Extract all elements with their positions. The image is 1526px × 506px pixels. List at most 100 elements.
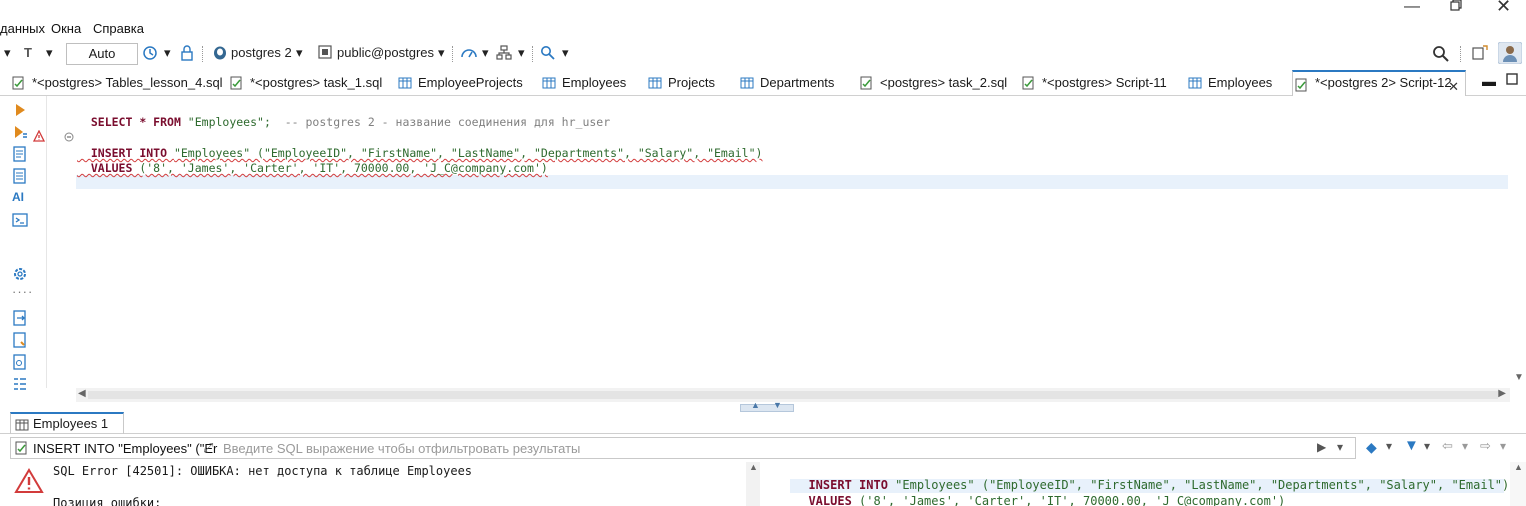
fold-collapse-icon[interactable]	[64, 132, 74, 142]
chevron-down-icon[interactable]: ▾	[518, 45, 525, 61]
scroll-up-icon[interactable]: ▲	[1514, 462, 1523, 472]
chevron-down-icon[interactable]: ▾	[164, 45, 171, 61]
tab-departments[interactable]: Departments	[738, 70, 848, 96]
collapse-up-icon[interactable]: ▲	[751, 400, 760, 410]
outline-icon[interactable]	[12, 376, 28, 392]
maximize-panel-icon[interactable]	[1506, 73, 1518, 88]
tab-employees[interactable]: Employees	[540, 70, 636, 96]
minimize-panel-icon[interactable]: ▬	[1482, 73, 1496, 89]
chevron-down-icon[interactable]: ▾	[296, 45, 303, 61]
close-window-icon[interactable]: ✕	[1496, 0, 1511, 17]
main-toolbar: ▾ T ▾ Auto ▾ postgres 2 ▾ public@postgre…	[0, 40, 1526, 68]
tab-employees-2[interactable]: Employees	[1186, 70, 1282, 96]
text-format-icon[interactable]: T	[24, 45, 32, 60]
table-icon	[648, 77, 662, 89]
transaction-mode-field[interactable]: Auto	[66, 43, 138, 65]
chevron-down-icon[interactable]: ▾	[4, 45, 11, 61]
editor-vertical-scrollbar[interactable]: ▼	[1510, 96, 1526, 402]
tab-label: *<postgres> Script-11	[1042, 75, 1167, 90]
dashboard-icon[interactable]	[460, 45, 478, 64]
ai-assistant-icon[interactable]: AI	[12, 190, 28, 206]
code-keyword: VALUES	[90, 161, 140, 175]
settings-icon[interactable]	[12, 266, 28, 282]
tab-task-2[interactable]: <postgres> task_2.sql	[858, 70, 1012, 96]
tab-projects[interactable]: Projects	[646, 70, 728, 96]
menu-database[interactable]: данных	[0, 21, 45, 36]
code-keyword: VALUES	[808, 494, 860, 506]
back-icon[interactable]: ⇦	[1442, 438, 1453, 454]
import-icon[interactable]	[12, 332, 28, 348]
sql-scrollbar[interactable]: ▲	[1510, 462, 1526, 506]
schema-selector[interactable]: public@postgres	[337, 45, 434, 60]
connection-selector[interactable]: postgres 2	[231, 45, 292, 60]
tab-task-1[interactable]: *<postgres> task_1.sql	[228, 70, 386, 96]
eraser-icon[interactable]: ◆	[1366, 439, 1377, 456]
search-icon[interactable]	[540, 45, 556, 64]
warning-icon	[33, 130, 45, 142]
schema-tree-icon[interactable]	[496, 45, 512, 64]
tab-results-employees-1[interactable]: Employees 1	[10, 412, 124, 434]
chevron-down-icon[interactable]: ▾	[1500, 439, 1506, 453]
more-icon[interactable]: ····	[12, 284, 32, 300]
chevron-down-icon[interactable]: ▾	[1462, 439, 1468, 453]
chevron-down-icon[interactable]: ▾	[482, 45, 489, 61]
chevron-down-icon[interactable]: ▾	[46, 45, 53, 61]
scrollbar-thumb[interactable]	[88, 391, 1498, 399]
sql-script-icon	[1295, 78, 1307, 92]
tab-script-12[interactable]: *<postgres 2> Script-12 ✕	[1292, 70, 1466, 96]
filter-input[interactable]: INSERT INTO "Employees" ("Er ⤢ Введите S…	[10, 437, 1356, 459]
sql-script-icon	[230, 76, 242, 90]
tab-label: Employees	[1208, 75, 1273, 90]
scroll-right-icon[interactable]: ▶	[1498, 388, 1506, 399]
load-plan-icon[interactable]	[12, 168, 28, 184]
editor-line-3: VALUES ('8', 'James', 'Carter', 'IT', 70…	[77, 147, 548, 175]
tab-label: Employees	[562, 75, 627, 90]
results-tab-label: Employees 1	[33, 416, 109, 431]
editor-horizontal-scrollbar[interactable]: ◀ ▶	[76, 388, 1510, 402]
chevron-down-icon[interactable]: ▾	[1424, 439, 1430, 453]
menu-help[interactable]: Справка	[93, 21, 144, 36]
minimize-icon[interactable]: —	[1404, 0, 1420, 16]
user-avatar-icon[interactable]	[1497, 41, 1523, 67]
forward-icon[interactable]: ⇨	[1480, 438, 1491, 454]
code-comment: -- postgres 2 - название соединения для …	[270, 115, 611, 129]
chevron-down-icon[interactable]: ▾	[1386, 439, 1392, 453]
menu-windows[interactable]: Окна	[51, 21, 81, 36]
tab-employee-projects[interactable]: EmployeeProjects	[396, 70, 530, 96]
filter-icon[interactable]: ▼	[1404, 437, 1419, 454]
postgres-elephant-icon	[212, 45, 228, 64]
toolbar-separator	[202, 46, 203, 62]
sql-script-icon	[12, 76, 24, 90]
apply-filter-icon[interactable]: ▶	[1317, 440, 1326, 454]
results-tabs: Employees 1	[0, 412, 1526, 434]
global-search-icon[interactable]	[1432, 45, 1450, 66]
history-icon[interactable]	[142, 45, 158, 64]
lock-icon[interactable]	[180, 45, 194, 64]
filter-history-icon[interactable]: ▾	[1337, 440, 1343, 454]
chevron-down-icon[interactable]: ▾	[562, 45, 569, 61]
panel-resize-handle[interactable]: ▲ ▼	[740, 400, 794, 412]
restore-icon[interactable]	[1450, 0, 1462, 17]
scroll-down-icon[interactable]: ▼	[1514, 372, 1524, 383]
sql-script-icon	[1022, 76, 1034, 90]
close-tab-icon[interactable]: ✕	[1448, 76, 1459, 98]
collapse-down-icon[interactable]: ▼	[773, 400, 782, 410]
error-position: Позиция ошибки:	[53, 496, 162, 506]
terminal-icon[interactable]	[12, 212, 28, 228]
perspective-icon[interactable]	[1472, 45, 1488, 64]
format-icon[interactable]	[12, 354, 28, 370]
scroll-up-icon[interactable]: ▲	[749, 462, 758, 472]
tab-tables-lesson-4[interactable]: *<postgres> Tables_lesson_4.sql	[10, 70, 223, 96]
code-keyword: SELECT * FROM	[90, 115, 188, 129]
chevron-down-icon[interactable]: ▾	[438, 45, 445, 61]
explain-plan-icon[interactable]	[12, 146, 28, 162]
expand-icon[interactable]: ⤢	[203, 440, 213, 456]
scroll-left-icon[interactable]: ◀	[78, 388, 86, 399]
tab-script-11[interactable]: *<postgres> Script-11	[1020, 70, 1176, 96]
execute-statement-icon[interactable]	[12, 102, 28, 118]
execute-script-icon[interactable]	[12, 124, 28, 140]
error-scrollbar[interactable]: ▲	[746, 462, 760, 506]
tab-label: *<postgres> Tables_lesson_4.sql	[32, 75, 223, 90]
tab-label: EmployeeProjects	[418, 75, 523, 90]
export-icon[interactable]	[12, 310, 28, 326]
